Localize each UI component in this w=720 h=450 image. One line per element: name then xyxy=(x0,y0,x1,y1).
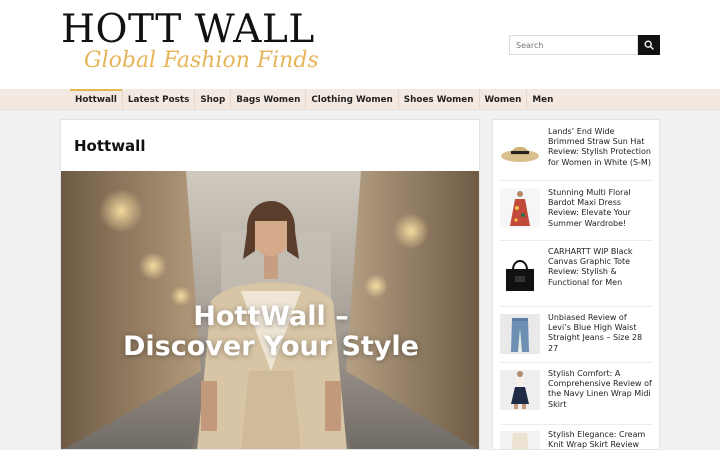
hero-headline: HottWall – Discover Your Style xyxy=(61,301,479,362)
hero-banner[interactable]: HottWall – Discover Your Style xyxy=(61,171,479,449)
tote-bag-icon xyxy=(500,254,540,294)
search-icon xyxy=(644,40,654,50)
post-title[interactable]: Stylish Elegance: Cream Knit Wrap Skirt … xyxy=(548,430,652,449)
list-item[interactable]: Stylish Comfort: A Comprehensive Review … xyxy=(500,363,652,425)
post-thumbnail[interactable] xyxy=(500,314,540,354)
nav-item-latest-posts[interactable]: Latest Posts xyxy=(121,89,194,110)
post-thumbnail[interactable] xyxy=(500,431,540,449)
list-item[interactable]: Lands’ End Wide Brimmed Straw Sun Hat Re… xyxy=(500,125,652,181)
hero-headline-line-2: Discover Your Style xyxy=(123,331,419,362)
post-thumbnail[interactable] xyxy=(500,370,540,410)
site-tagline: Global Fashion Finds xyxy=(84,48,319,73)
post-title[interactable]: Stylish Comfort: A Comprehensive Review … xyxy=(548,369,652,410)
list-item[interactable]: Unbiased Review of Levi’s Blue High Wais… xyxy=(500,307,652,363)
skirt-icon xyxy=(500,370,540,410)
search-form xyxy=(509,35,660,55)
nav-item-shop[interactable]: Shop xyxy=(194,89,230,110)
nav-item-bags-women[interactable]: Bags Women xyxy=(230,89,305,110)
hero-headline-line-1: HottWall – xyxy=(193,301,349,332)
nav-item-women[interactable]: Women xyxy=(478,89,527,110)
knit-skirt-icon xyxy=(500,431,540,449)
straw-hat-icon xyxy=(500,132,540,172)
list-item[interactable]: Stunning Multi Floral Bardot Maxi Dress … xyxy=(500,181,652,241)
jeans-icon xyxy=(500,314,540,354)
sidebar-recent-posts: Lands’ End Wide Brimmed Straw Sun Hat Re… xyxy=(492,119,660,450)
nav-item-hottwall[interactable]: Hottwall xyxy=(70,89,122,110)
post-title[interactable]: CARHARTT WIP Black Canvas Graphic Tote R… xyxy=(548,247,652,288)
list-item[interactable]: Stylish Elegance: Cream Knit Wrap Skirt … xyxy=(500,425,652,449)
site-header: HOTT WALL Global Fashion Finds xyxy=(0,0,720,89)
list-item[interactable]: CARHARTT WIP Black Canvas Graphic Tote R… xyxy=(500,241,652,307)
post-title[interactable]: Stunning Multi Floral Bardot Maxi Dress … xyxy=(548,188,652,229)
main-navigation: Hottwall Latest Posts Shop Bags Women Cl… xyxy=(0,89,720,110)
search-button[interactable] xyxy=(638,35,660,55)
nav-item-men[interactable]: Men xyxy=(526,89,558,110)
post-thumbnail[interactable] xyxy=(500,132,540,172)
post-title[interactable]: Lands’ End Wide Brimmed Straw Sun Hat Re… xyxy=(548,127,652,168)
search-input[interactable] xyxy=(509,35,638,55)
nav-item-clothing-women[interactable]: Clothing Women xyxy=(305,89,397,110)
page-title: Hottwall xyxy=(74,137,146,155)
main-content: Hottwall HottWall – Discover Your Style xyxy=(60,119,480,450)
post-thumbnail[interactable] xyxy=(500,254,540,294)
post-thumbnail[interactable] xyxy=(500,188,540,228)
floral-dress-icon xyxy=(500,188,540,228)
post-title[interactable]: Unbiased Review of Levi’s Blue High Wais… xyxy=(548,313,652,354)
nav-item-shoes-women[interactable]: Shoes Women xyxy=(397,89,479,110)
